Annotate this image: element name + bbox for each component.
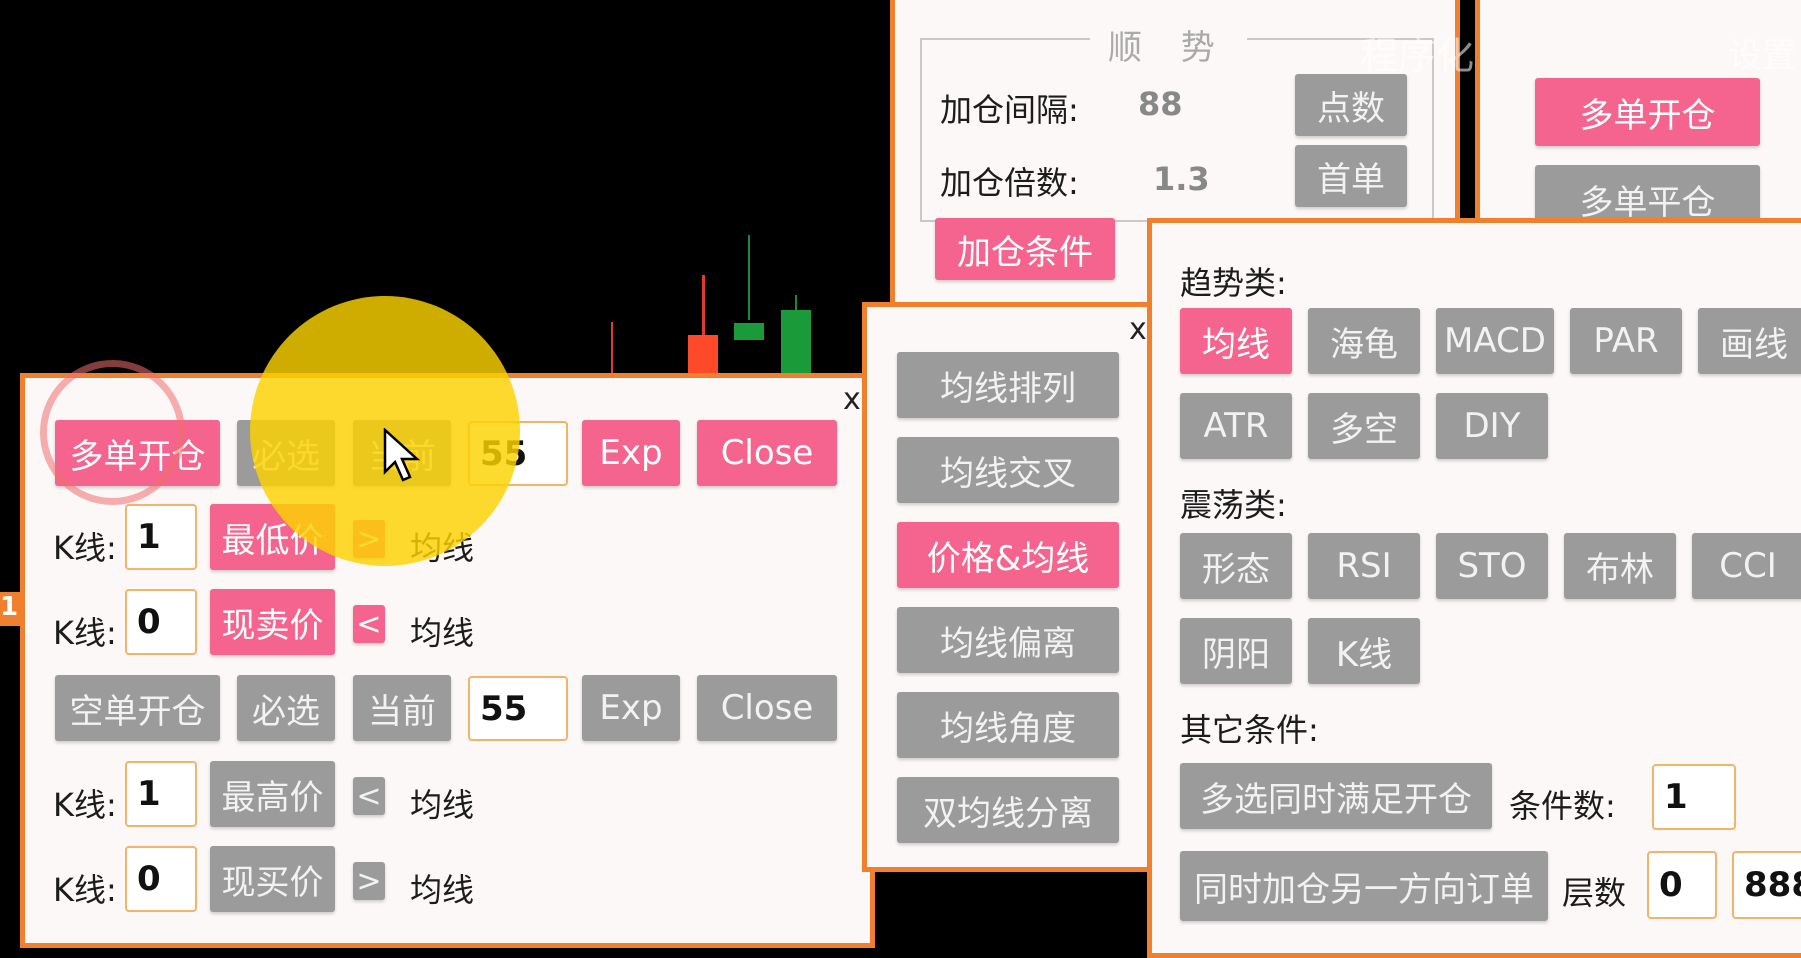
ma-item-button[interactable]: 均线排列 xyxy=(897,352,1119,418)
add-condition-button[interactable]: 加仓条件 xyxy=(935,218,1115,280)
close-x-button[interactable]: x xyxy=(1129,312,1147,347)
watermark-settings: 设置 xyxy=(1728,36,1796,76)
candle-body xyxy=(781,310,811,380)
ma-label: 均线 xyxy=(410,786,475,824)
magic-number-input[interactable]: 888 xyxy=(1732,851,1801,919)
k-line-label: K线: xyxy=(53,871,117,909)
indicator-button[interactable]: 阴阳 xyxy=(1180,618,1292,684)
k-line-input[interactable]: 0 xyxy=(125,589,197,655)
hedge-add-button[interactable]: 同时加仓另一方向订单 xyxy=(1180,851,1548,921)
first-order-button[interactable]: 首单 xyxy=(1295,145,1407,207)
condition-count-input[interactable]: 1 xyxy=(1652,764,1736,830)
indicator-button[interactable]: ATR xyxy=(1180,393,1292,459)
k-line-input[interactable]: 0 xyxy=(125,846,197,912)
ma-item-button[interactable]: 双均线分离 xyxy=(897,777,1119,843)
interval-label: 加仓间隔: xyxy=(940,91,1079,129)
long-exp-button[interactable]: Exp xyxy=(582,420,680,486)
price-type-button[interactable]: 现买价 xyxy=(210,846,335,912)
ma-label: 均线 xyxy=(410,871,475,909)
operator-button[interactable]: < xyxy=(353,605,385,643)
price-type-button[interactable]: 现卖价 xyxy=(210,589,335,655)
indicator-button[interactable]: MACD xyxy=(1436,308,1554,374)
candle-wick xyxy=(702,275,705,335)
click-indicator-circle xyxy=(40,360,185,505)
layers-input[interactable]: 0 xyxy=(1647,851,1717,919)
k-line-input[interactable]: 1 xyxy=(125,761,197,827)
indicator-button[interactable]: 形态 xyxy=(1180,533,1292,599)
ma-item-button[interactable]: 价格&均线 xyxy=(897,522,1119,588)
ma-item-button[interactable]: 均线角度 xyxy=(897,692,1119,758)
other-category-header: 其它条件: xyxy=(1180,711,1319,749)
price-type-button[interactable]: 最高价 xyxy=(210,761,335,827)
candle-body xyxy=(734,323,764,340)
ma-label: 均线 xyxy=(410,614,475,652)
k-line-label: K线: xyxy=(53,786,117,824)
k-line-label: K线: xyxy=(53,529,117,567)
short-required-button[interactable]: 必选 xyxy=(237,675,335,741)
candle-wick xyxy=(611,322,613,377)
short-open-button[interactable]: 空单开仓 xyxy=(55,675,220,741)
multiplier-label: 加仓倍数: xyxy=(940,164,1079,202)
indicator-button[interactable]: 多空 xyxy=(1308,393,1420,459)
chart-price-marker: 1. xyxy=(0,592,22,626)
trend-legend: 顺 势 xyxy=(1090,20,1247,69)
interval-value[interactable]: 88 xyxy=(1138,85,1183,123)
indicator-button[interactable]: DIY xyxy=(1436,393,1548,459)
k-line-label: K线: xyxy=(53,614,117,652)
indicator-button[interactable]: 画线 xyxy=(1698,308,1801,374)
operator-button[interactable]: < xyxy=(353,777,385,815)
operator-button[interactable]: > xyxy=(353,862,385,900)
indicator-panel: 趋势类: 均线 海龟 MACD PAR 画线 ATR 多空 DIY 震荡类: 形… xyxy=(1147,218,1801,958)
indicator-button[interactable]: STO xyxy=(1436,533,1548,599)
multi-select-open-button[interactable]: 多选同时满足开仓 xyxy=(1180,763,1492,829)
close-x-button[interactable]: x xyxy=(843,382,861,417)
short-close-button[interactable]: Close xyxy=(697,675,837,741)
mouse-cursor-icon xyxy=(383,428,421,482)
long-close-button[interactable]: Close xyxy=(697,420,837,486)
short-value-input[interactable]: 55 xyxy=(468,676,568,741)
ma-item-button[interactable]: 均线偏离 xyxy=(897,607,1119,673)
indicator-button[interactable]: 布林 xyxy=(1564,533,1676,599)
trend-category-header: 趋势类: xyxy=(1180,264,1287,302)
points-button[interactable]: 点数 xyxy=(1295,74,1407,136)
indicator-button[interactable]: RSI xyxy=(1308,533,1420,599)
oscillator-category-header: 震荡类: xyxy=(1180,486,1287,524)
short-exp-button[interactable]: Exp xyxy=(582,675,680,741)
indicator-button[interactable]: K线 xyxy=(1308,618,1420,684)
indicator-button[interactable]: CCI xyxy=(1692,533,1801,599)
indicator-button[interactable]: 均线 xyxy=(1180,308,1292,374)
multiplier-value[interactable]: 1.3 xyxy=(1153,160,1210,198)
candle-wick xyxy=(748,235,750,320)
layers-label: 层数 xyxy=(1562,874,1627,912)
long-open-button-top[interactable]: 多单开仓 xyxy=(1535,78,1760,146)
short-current-button[interactable]: 当前 xyxy=(353,675,451,741)
indicator-button[interactable]: PAR xyxy=(1570,308,1682,374)
indicator-button[interactable]: 海龟 xyxy=(1308,308,1420,374)
ma-item-button[interactable]: 均线交叉 xyxy=(897,437,1119,503)
ma-condition-panel: x 均线排列 均线交叉 价格&均线 均线偏离 均线角度 双均线分离 xyxy=(862,302,1162,872)
condition-count-label: 条件数: xyxy=(1509,787,1616,825)
k-line-input[interactable]: 1 xyxy=(125,504,197,570)
